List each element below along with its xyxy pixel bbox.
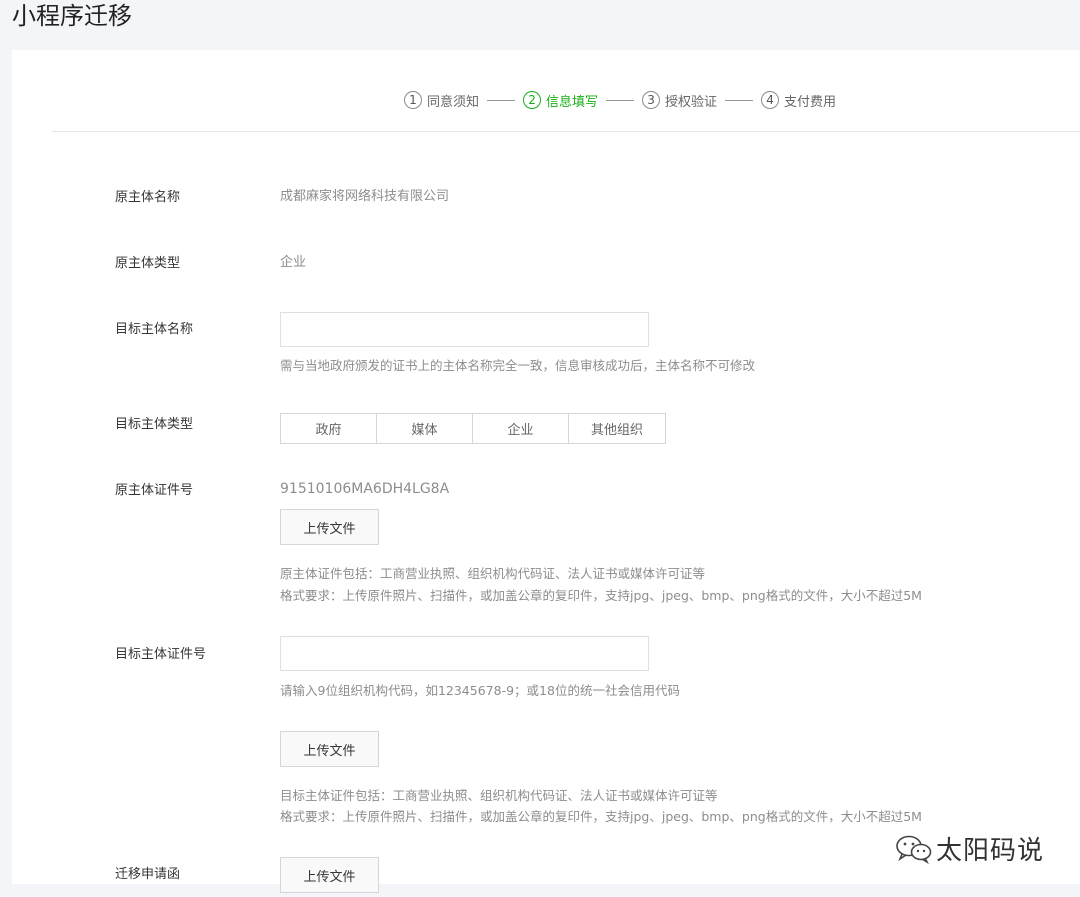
step-connector [725,99,754,101]
step-connector [606,99,635,101]
step-1-label: 同意须知 [427,94,480,110]
step-4-number: 4 [761,91,780,109]
header-divider [52,131,1080,132]
target-name-hint: 需与当地政府颁发的证书上的主体名称完全一致，信息审核成功后，主体名称不可修改 [280,358,756,373]
orig-cert-upload-button[interactable]: 上传文件 [280,509,379,545]
target-name-input[interactable] [280,312,649,347]
step-3: 3 授权验证 [642,91,717,110]
target-type-option-government[interactable]: 政府 [281,414,377,443]
watermark-text: 太阳码说 [936,836,1045,866]
wechat-icon [896,835,932,864]
target-type-option-media[interactable]: 媒体 [377,414,473,443]
orig-cert-label: 原主体证件号 [115,483,194,498]
step-4: 4 支付费用 [761,91,836,110]
step-3-number: 3 [642,91,661,109]
watermark: 太阳码说 [894,830,1044,867]
target-cert-input[interactable] [280,636,649,671]
step-indicator: 1 同意须知 2 信息填写 3 授权验证 4 支付费用 [404,90,836,110]
orig-name-value: 成都麻家将网络科技有限公司 [280,189,450,204]
page-title: 小程序迁移 [12,2,132,30]
step-4-label: 支付费用 [784,94,837,110]
target-type-selector: 政府 媒体 企业 其他组织 [280,413,666,444]
orig-name-label: 原主体名称 [115,190,181,205]
step-connector [487,99,516,101]
orig-cert-value: 91510106MA6DH4LG8A [280,481,450,497]
orig-type-label: 原主体类型 [115,256,181,271]
step-1: 1 同意须知 [404,91,479,110]
migration-letter-upload-button[interactable]: 上传文件 [280,857,379,893]
target-cert-hint-format: 格式要求：上传原件照片、扫描件，或加盖公章的复印件，支持jpg、jpeg、bmp… [280,809,922,824]
target-cert-label: 目标主体证件号 [115,647,207,662]
target-type-label: 目标主体类型 [115,417,194,432]
step-2: 2 信息填写 [523,91,598,110]
step-1-number: 1 [404,91,422,109]
step-2-label: 信息填写 [546,94,599,110]
target-type-option-other[interactable]: 其他组织 [569,414,665,443]
target-type-option-enterprise[interactable]: 企业 [473,414,569,443]
migration-form-card: 1 同意须知 2 信息填写 3 授权验证 4 支付费用 原主体名称 成都麻家将网… [12,50,1080,893]
target-cert-input-hint: 请输入9位组织机构代码，如12345678-9；或18位的统一社会信用代码 [280,683,680,698]
target-name-label: 目标主体名称 [115,322,194,337]
orig-cert-hint-types: 原主体证件包括：工商营业执照、组织机构代码证、法人证书或媒体许可证等 [280,566,706,581]
orig-cert-hint-format: 格式要求：上传原件照片、扫描件，或加盖公章的复印件，支持jpg、jpeg、bmp… [280,588,922,603]
step-2-number: 2 [523,91,542,109]
orig-type-value: 企业 [280,255,307,270]
step-3-label: 授权验证 [665,94,718,110]
target-cert-hint-types: 目标主体证件包括：工商营业执照、组织机构代码证、法人证书或媒体许可证等 [280,788,718,803]
target-cert-upload-button[interactable]: 上传文件 [280,731,379,767]
migration-letter-label: 迁移申请函 [115,867,181,882]
